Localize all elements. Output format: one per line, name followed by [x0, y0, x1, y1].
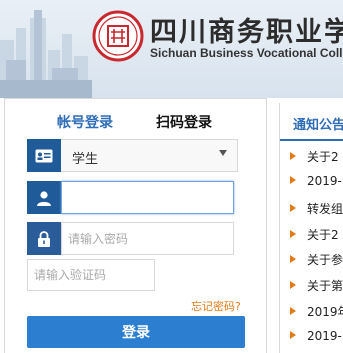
- notice-title: 通知公告: [293, 118, 343, 133]
- triangle-bullet-icon: [290, 230, 296, 238]
- list-item[interactable]: 2019-: [290, 174, 343, 194]
- college-name-english: Sichuan Business Vocational College: [150, 46, 343, 60]
- triangle-bullet-icon: [290, 204, 296, 212]
- triangle-bullet-icon: [290, 281, 296, 289]
- tab-account-login[interactable]: 帐号登录: [57, 112, 113, 132]
- captcha-input[interactable]: [27, 259, 155, 291]
- list-item[interactable]: 2019年: [290, 303, 343, 323]
- college-seal-logo: [92, 10, 144, 62]
- forgot-password-link[interactable]: 忘记密码?: [191, 298, 241, 314]
- header-banner: 四川商务职业学院 Sichuan Business Vocational Col…: [0, 0, 343, 98]
- password-row: [27, 222, 234, 255]
- list-item[interactable]: 关于2: [290, 148, 343, 168]
- triangle-bullet-icon: [290, 152, 296, 160]
- role-select-row: 学生: [27, 139, 238, 172]
- username-input[interactable]: [61, 181, 234, 214]
- id-card-icon: [27, 139, 61, 172]
- role-select-value: 学生: [72, 152, 99, 167]
- user-icon: [27, 181, 61, 214]
- login-tabs: 帐号登录 扫码登录: [4, 112, 267, 136]
- list-item[interactable]: 转发组: [290, 200, 343, 220]
- triangle-bullet-icon: [290, 331, 296, 339]
- list-item[interactable]: 关于2: [290, 226, 343, 246]
- college-name-chinese: 四川商务职业学院: [150, 17, 343, 48]
- triangle-bullet-icon: [290, 307, 296, 315]
- notice-panel: 通知公告 关于2 2019- 转发组 关于2 关于参 关于第 2019年 201…: [279, 103, 343, 353]
- login-button[interactable]: 登录: [27, 316, 245, 348]
- list-item[interactable]: 2019-: [290, 329, 343, 349]
- notice-header: 通知公告: [280, 103, 343, 141]
- role-select[interactable]: 学生: [61, 139, 238, 172]
- lock-icon: [27, 222, 61, 255]
- list-item[interactable]: 关于参: [290, 251, 343, 271]
- triangle-bullet-icon: [290, 176, 296, 184]
- triangle-bullet-icon: [290, 255, 296, 263]
- username-row: [27, 181, 234, 214]
- chevron-down-icon: [219, 150, 227, 156]
- tab-qrcode-login[interactable]: 扫码登录: [156, 112, 212, 132]
- password-input[interactable]: [61, 222, 234, 255]
- list-item[interactable]: 关于第: [290, 277, 343, 297]
